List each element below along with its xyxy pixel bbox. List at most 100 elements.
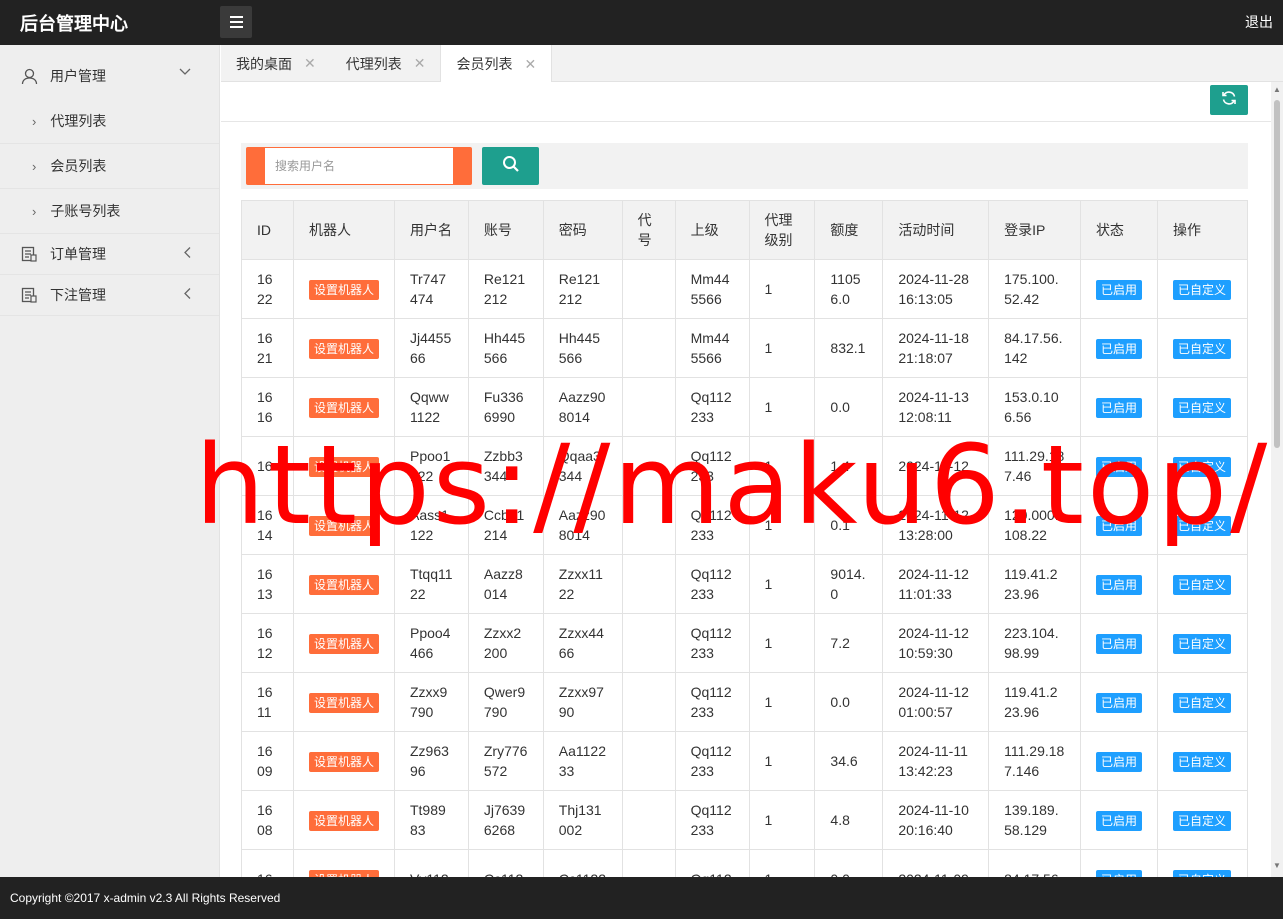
set-robot-button[interactable]: 设置机器人 bbox=[308, 456, 379, 477]
table-cell-code bbox=[621, 495, 676, 555]
table-cell-code bbox=[621, 377, 676, 437]
custom-defined-button[interactable]: 已自定义 bbox=[1172, 692, 1231, 713]
status-enabled-button[interactable]: 已启用 bbox=[1095, 397, 1142, 418]
table-cell-credit: 11056.0 bbox=[814, 259, 884, 319]
table-cell-code bbox=[621, 436, 676, 496]
scrollbar-thumb[interactable] bbox=[1274, 100, 1280, 448]
table-cell-robot: 设置机器人 bbox=[292, 259, 395, 319]
sidebar-item-agent-list[interactable]: › 代理列表 bbox=[0, 99, 219, 144]
content-toolbar bbox=[221, 82, 1271, 122]
status-enabled-button[interactable]: 已启用 bbox=[1095, 279, 1142, 300]
bet-icon bbox=[20, 286, 38, 304]
table-body: 1622 设置机器人 Tr747474 Re121212 Re121212 Mm44556… bbox=[241, 259, 1249, 877]
status-enabled-button[interactable]: 已启用 bbox=[1095, 456, 1142, 477]
table-row: 1609 设置机器人 Zz96396 Zry776572 Aa112233 Qq11223… bbox=[241, 731, 1249, 791]
table-cell-status: 已启用 bbox=[1079, 377, 1158, 437]
table-row: 1613 设置机器人 Ttqq1122 Aazz8014 Zzxx1122 Qq11223… bbox=[241, 554, 1249, 614]
table-cell-code bbox=[621, 613, 676, 673]
custom-defined-button[interactable]: 已自定义 bbox=[1172, 869, 1231, 877]
table-cell-level: 1 bbox=[748, 436, 816, 496]
table-cell-level: 1 bbox=[748, 613, 816, 673]
table-cell-password: Re121212 bbox=[542, 259, 623, 319]
custom-defined-button[interactable]: 已自定义 bbox=[1172, 633, 1231, 654]
set-robot-button[interactable]: 设置机器人 bbox=[308, 751, 379, 772]
menu-toggle-icon[interactable] bbox=[220, 6, 252, 38]
refresh-button[interactable] bbox=[1210, 85, 1248, 115]
table-cell-credit: 0.0 bbox=[814, 672, 884, 732]
logout-link[interactable]: 退出 bbox=[1245, 12, 1273, 32]
search-input[interactable] bbox=[265, 148, 453, 184]
table-cell-id: 1622 bbox=[241, 259, 294, 319]
set-robot-button[interactable]: 设置机器人 bbox=[308, 692, 379, 713]
set-robot-button[interactable]: 设置机器人 bbox=[308, 574, 379, 595]
custom-defined-button[interactable]: 已自定义 bbox=[1172, 456, 1231, 477]
tab-bar: 我的桌面 ✕ 代理列表 ✕ 会员列表 ✕ bbox=[221, 45, 1283, 83]
set-robot-button[interactable]: 设置机器人 bbox=[308, 633, 379, 654]
tab-label: 会员列表 bbox=[456, 56, 513, 72]
scroll-up-icon[interactable]: ▲ bbox=[1273, 86, 1281, 94]
status-enabled-button[interactable]: 已启用 bbox=[1095, 633, 1142, 654]
set-robot-button[interactable]: 设置机器人 bbox=[308, 810, 379, 831]
table-cell-op: 已自定义 bbox=[1156, 613, 1249, 673]
table-cell-robot: 设置机器人 bbox=[292, 672, 395, 732]
status-enabled-button[interactable]: 已启用 bbox=[1095, 810, 1142, 831]
table-cell-id: 1608 bbox=[241, 790, 294, 850]
table-cell-parent: Qq112233 bbox=[674, 377, 750, 437]
sidebar-item-order-management[interactable]: 订单管理 bbox=[0, 234, 219, 275]
custom-defined-button[interactable]: 已自定义 bbox=[1172, 810, 1231, 831]
status-enabled-button[interactable]: 已启用 bbox=[1095, 869, 1142, 877]
status-enabled-button[interactable]: 已启用 bbox=[1095, 574, 1142, 595]
set-robot-button[interactable]: 设置机器人 bbox=[308, 397, 379, 418]
table-cell-robot: 设置机器人 bbox=[292, 849, 395, 877]
table-cell-id: 1611 bbox=[241, 672, 294, 732]
custom-defined-button[interactable]: 已自定义 bbox=[1172, 751, 1231, 772]
custom-defined-button[interactable]: 已自定义 bbox=[1172, 338, 1231, 359]
set-robot-button[interactable]: 设置机器人 bbox=[308, 515, 379, 536]
sidebar-item-bet-management[interactable]: 下注管理 bbox=[0, 275, 219, 316]
search-button[interactable] bbox=[482, 147, 539, 185]
close-icon[interactable]: ✕ bbox=[524, 56, 536, 73]
status-enabled-button[interactable]: 已启用 bbox=[1095, 515, 1142, 536]
status-enabled-button[interactable]: 已启用 bbox=[1095, 692, 1142, 713]
table-cell-status: 已启用 bbox=[1079, 495, 1158, 555]
table-cell-id: 16 bbox=[241, 436, 294, 496]
table-cell-status: 已启用 bbox=[1079, 436, 1158, 496]
table-cell-ip: 139.189.58.129 bbox=[988, 790, 1081, 850]
top-header: 后台管理中心 退出 bbox=[0, 0, 1283, 45]
table-cell-time: 2024-11-12 bbox=[882, 436, 990, 496]
sidebar-item-member-list[interactable]: › 会员列表 bbox=[0, 144, 219, 189]
table-cell-robot: 设置机器人 bbox=[292, 495, 395, 555]
tab-member-list[interactable]: 会员列表 ✕ bbox=[440, 45, 553, 83]
table-cell-username: Aass1122 bbox=[393, 495, 469, 555]
custom-defined-button[interactable]: 已自定义 bbox=[1172, 279, 1231, 300]
table-cell-op: 已自定义 bbox=[1156, 495, 1249, 555]
scroll-down-icon[interactable]: ▼ bbox=[1273, 862, 1281, 870]
table-cell-username: Zzxx9790 bbox=[393, 672, 469, 732]
table-cell-level: 1 bbox=[748, 731, 816, 791]
status-enabled-button[interactable]: 已启用 bbox=[1095, 751, 1142, 772]
table-cell-status: 已启用 bbox=[1079, 790, 1158, 850]
status-enabled-button[interactable]: 已启用 bbox=[1095, 338, 1142, 359]
table-row: 1616 设置机器人 Qqww1122 Fu3366990 Aazz908014 Qq11… bbox=[241, 377, 1249, 437]
custom-defined-button[interactable]: 已自定义 bbox=[1172, 397, 1231, 418]
set-robot-button[interactable]: 设置机器人 bbox=[308, 869, 379, 877]
tab-my-desktop[interactable]: 我的桌面 ✕ bbox=[221, 45, 331, 82]
table-cell-ip: 84.17.56.142 bbox=[988, 318, 1081, 378]
table-cell-credit: 832.1 bbox=[814, 318, 884, 378]
custom-defined-button[interactable]: 已自定义 bbox=[1172, 515, 1231, 536]
set-robot-button[interactable]: 设置机器人 bbox=[308, 279, 379, 300]
table-cell-account: Qwer9790 bbox=[467, 672, 544, 732]
sidebar-item-subaccount-list[interactable]: › 子账号列表 bbox=[0, 189, 219, 234]
tab-agent-list[interactable]: 代理列表 ✕ bbox=[331, 45, 441, 82]
close-icon[interactable]: ✕ bbox=[304, 55, 316, 72]
custom-defined-button[interactable]: 已自定义 bbox=[1172, 574, 1231, 595]
close-icon[interactable]: ✕ bbox=[414, 55, 426, 72]
table-cell-password: Aa112233 bbox=[542, 731, 623, 791]
set-robot-button[interactable]: 设置机器人 bbox=[308, 338, 379, 359]
table-cell-username: Zz96396 bbox=[393, 731, 469, 791]
sidebar-item-label: 会员列表 bbox=[50, 158, 107, 174]
sidebar-item-user-management[interactable]: 用户管理 bbox=[0, 45, 219, 99]
table-cell-account: Hh445566 bbox=[467, 318, 544, 378]
table-cell-status: 已启用 bbox=[1079, 731, 1158, 791]
column-header: 密码 bbox=[542, 200, 623, 260]
